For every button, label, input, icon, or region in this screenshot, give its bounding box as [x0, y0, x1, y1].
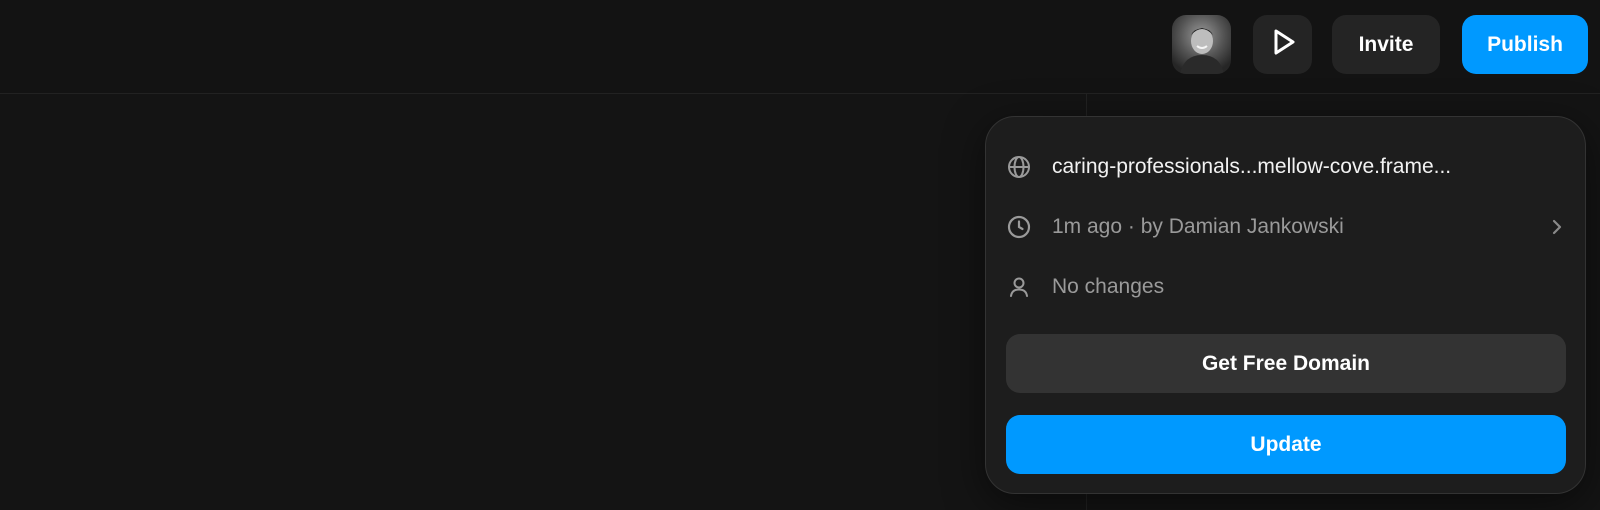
publish-popover: caring-professionals...mellow-cove.frame…	[985, 116, 1586, 494]
publish-button[interactable]: Publish	[1462, 15, 1588, 74]
site-url-row[interactable]: caring-professionals...mellow-cove.frame…	[1006, 147, 1566, 187]
last-published-text: 1m ago · by Damian Jankowski	[1052, 215, 1344, 238]
invite-button[interactable]: Invite	[1332, 15, 1440, 74]
clock-icon	[1006, 214, 1032, 240]
preview-button[interactable]	[1253, 15, 1312, 74]
change-status-text: No changes	[1052, 275, 1165, 298]
update-button[interactable]: Update	[1006, 415, 1566, 474]
user-avatar[interactable]	[1172, 15, 1231, 74]
site-url[interactable]: caring-professionals...mellow-cove.frame…	[1052, 155, 1451, 179]
top-toolbar: Invite Publish	[0, 0, 1600, 94]
publish-history-row[interactable]: 1m ago · by Damian Jankowski	[1006, 207, 1566, 247]
user-icon	[1006, 274, 1032, 300]
play-icon	[1268, 27, 1298, 62]
change-status-row: No changes	[1006, 267, 1566, 307]
get-free-domain-button[interactable]: Get Free Domain	[1006, 334, 1566, 393]
chevron-right-icon	[1550, 218, 1564, 236]
globe-icon	[1006, 154, 1032, 180]
